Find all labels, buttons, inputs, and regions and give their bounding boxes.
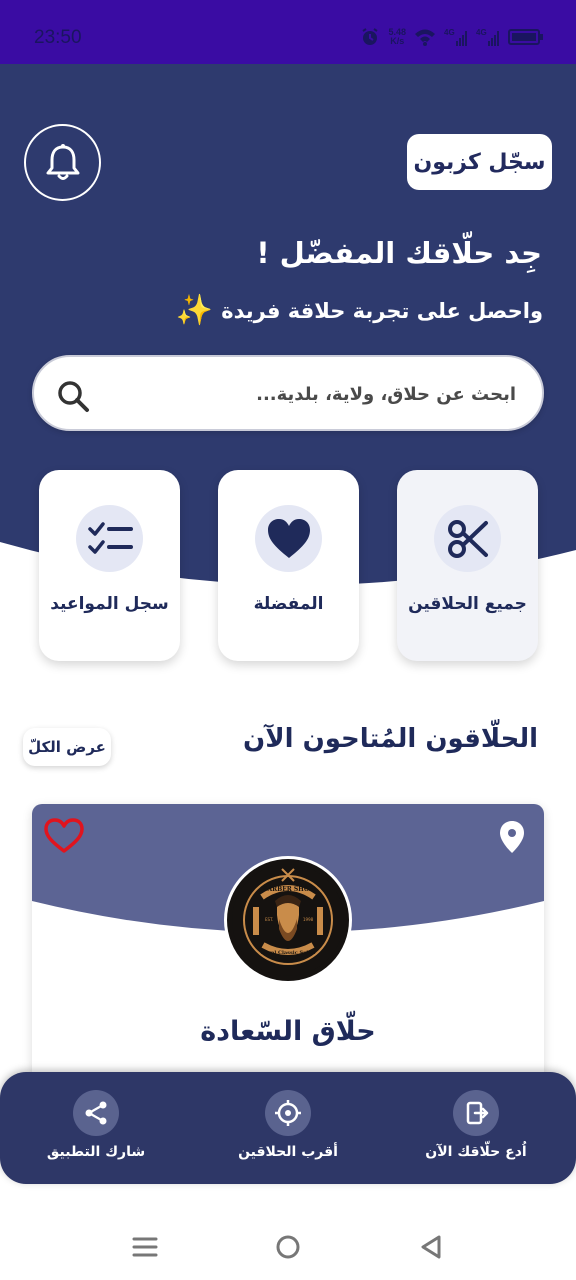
alarm-icon [362, 28, 379, 45]
signup-customer-button[interactable]: سجّل كزبون [407, 134, 552, 190]
view-all-button[interactable]: عرض الكلّ [23, 728, 111, 766]
heart-icon [267, 518, 310, 558]
invite-icon-circle [453, 1090, 499, 1136]
quick-all-barbers-label: جميع الحلاقين [408, 594, 527, 614]
home-icon[interactable] [273, 1232, 303, 1262]
recent-apps-icon[interactable] [130, 1232, 160, 1262]
bell-icon [46, 143, 79, 180]
target-icon [275, 1100, 301, 1126]
subline-text: واحصل على تجربة حلاقة فريدة [221, 299, 543, 323]
invite-icon [466, 1101, 489, 1125]
favorite-heart-icon[interactable] [44, 818, 84, 854]
logo-text-bottom: Royal Classic Salon [261, 950, 316, 956]
logo-text-top: BARBER SHOP [262, 886, 314, 893]
barber-card[interactable]: BARBER SHOP EST. 1998 Royal Classic Salo… [32, 804, 544, 1104]
available-barbers-title: الحلّاقون المُتاحون الآن [243, 724, 538, 754]
target-icon-circle [265, 1090, 311, 1136]
quick-appointments-card[interactable]: سجل المواعيد [39, 470, 180, 661]
battery-icon [508, 29, 543, 45]
barber-logo-art: BARBER SHOP EST. 1998 Royal Classic Salo… [232, 864, 344, 976]
quick-appointments-label: سجل المواعيد [50, 594, 169, 614]
scissors-icon [447, 519, 488, 558]
nearest-barbers-label: أقرب الحلاقين [238, 1144, 338, 1160]
status-icons: 5.48 K/s 4G 4G [360, 24, 544, 50]
page-headline: جِد حلّاقك المفضّل ! [256, 236, 542, 270]
quick-all-barbers-card[interactable]: جميع الحلاقين [397, 470, 538, 661]
bottom-action-bar: اُدع حلّاقك الآن أقرب الحلاقين شارك التط… [0, 1072, 576, 1184]
search-icon[interactable] [56, 379, 90, 413]
quick-icon-circle [434, 505, 501, 572]
status-bar: 23:50 5.48 K/s 4G 4G [0, 0, 576, 64]
page-subline: واحصل على تجربة حلاقة فريدة ✨ [176, 296, 543, 326]
quick-favorites-card[interactable]: المفضلة [218, 470, 359, 661]
logo-est: EST. [265, 917, 273, 922]
search-input[interactable] [96, 371, 516, 417]
location-pin-icon[interactable] [498, 820, 526, 854]
back-icon[interactable] [416, 1232, 446, 1262]
share-icon [85, 1101, 107, 1125]
quick-icon-circle [255, 505, 322, 572]
wifi-icon [415, 29, 435, 46]
checklist-icon [87, 521, 133, 554]
quick-icon-circle [76, 505, 143, 572]
invite-barber-label: اُدع حلّاقك الآن [425, 1144, 527, 1160]
sparkle-icon: ✨ [175, 293, 214, 328]
signal-1-icon: 4G [444, 28, 467, 46]
barber-name: حلّاق السّعادة [200, 1016, 376, 1047]
nearest-barbers-button[interactable]: أقرب الحلاقين [208, 1090, 368, 1174]
invite-barber-button[interactable]: اُدع حلّاقك الآن [396, 1090, 556, 1174]
quick-favorites-label: المفضلة [253, 594, 324, 614]
signal-2-label: 4G [476, 28, 487, 37]
share-app-label: شارك التطبيق [46, 1144, 146, 1160]
notification-bell-button[interactable] [24, 124, 101, 201]
app-screen: 23:50 5.48 K/s 4G 4G سجّل كزبون جِد حلّا… [0, 0, 576, 1280]
signal-2-icon: 4G [476, 28, 499, 46]
signal-1-label: 4G [444, 28, 455, 37]
share-app-button[interactable]: شارك التطبيق [16, 1090, 176, 1174]
share-icon-circle [73, 1090, 119, 1136]
status-time: 23:50 [34, 27, 82, 48]
net-speed: 5.48 K/s [388, 27, 406, 46]
search-bar[interactable] [32, 355, 544, 431]
system-navigation-bar [0, 1200, 576, 1280]
barber-logo: BARBER SHOP EST. 1998 Royal Classic Salo… [224, 856, 352, 984]
logo-year: 1998 [303, 917, 314, 922]
